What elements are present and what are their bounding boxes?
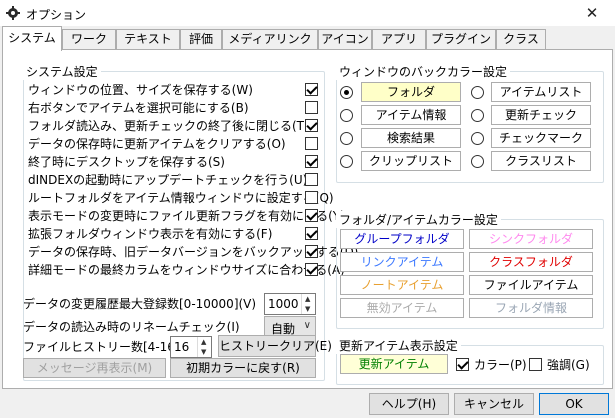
dialog-button-bar: ヘルプ(H) キャンセル OK [0, 389, 615, 418]
tab-strip: システム ワーク テキスト 評価 メディアリンク アイコン アプリ プラグイン … [0, 26, 615, 51]
color-button-note-item[interactable]: ノートアイテム [340, 275, 464, 295]
bgcolor-radio-item-info[interactable] [340, 109, 353, 122]
help-button[interactable]: ヘルプ(H) [369, 393, 449, 415]
bgcolor-radio-folder[interactable] [340, 86, 353, 99]
tab-system[interactable]: システム [2, 26, 62, 51]
message-redisplay-button[interactable]: メッセージ再表示(M) [23, 358, 166, 378]
tab-text[interactable]: テキスト [116, 29, 180, 50]
bgcolor-radio-update-check[interactable] [471, 109, 484, 122]
updated-item-display-title: 更新アイテム表示設定 [336, 337, 461, 354]
tab-app[interactable]: アプリ [372, 29, 426, 50]
title-bar: オプション ✕ [0, 0, 615, 26]
bgcolor-radio-check-mark[interactable] [471, 132, 484, 145]
setting-checkbox-backup-old-version[interactable] [305, 245, 318, 258]
setting-label-save-desktop: 終了時にデスクトップを保存する(S) [28, 155, 225, 169]
history-max-input[interactable]: 1000 ▲ ▼ [264, 293, 316, 315]
tab-media-link[interactable]: メディアリンク [222, 29, 318, 50]
setting-checkbox-extended-folder-window[interactable] [305, 227, 318, 240]
spin-down-icon[interactable]: ▼ [305, 305, 310, 313]
setting-checkbox-root-folder[interactable] [305, 191, 318, 204]
color-button-group-folder[interactable]: グループフォルダ [340, 229, 464, 249]
setting-checkbox-save-desktop[interactable] [305, 155, 318, 168]
bgcolor-radio-search-results[interactable] [340, 132, 353, 145]
bgcolor-button-item-info[interactable]: アイテム情報 [361, 105, 461, 125]
setting-checkbox-close-after-check[interactable] [305, 119, 318, 132]
tab-class[interactable]: クラス [496, 29, 546, 50]
window-back-color-title: ウィンドウのバックカラー設定 [336, 63, 511, 80]
setting-label-update-check: dINDEXの起動時にアップデートチェックを行う(U) [28, 173, 308, 187]
bgcolor-button-check-mark[interactable]: チェックマーク [491, 128, 591, 148]
setting-label-root-folder: ルートフォルダをアイテム情報ウィンドウに設定する(Q) [28, 191, 334, 205]
updated-bold-checkbox[interactable] [529, 358, 542, 371]
file-history-value: 16 [174, 340, 190, 354]
tab-rating[interactable]: 評価 [180, 29, 222, 50]
bgcolor-button-clip-list[interactable]: クリップリスト [361, 151, 461, 171]
history-clear-button[interactable]: ヒストリークリア(E) [218, 335, 332, 357]
file-history-input[interactable]: 16 ▲ ▼ [170, 336, 212, 358]
bgcolor-button-class-list[interactable]: クラスリスト [491, 151, 591, 171]
chevron-down-icon: ∨ [303, 320, 311, 331]
tab-panel-system: システム設定 ウィンドウの位置、サイズを保存する(W) 右ボタンでアイテムを選択… [2, 49, 613, 389]
system-settings-title: システム設定 [23, 63, 101, 80]
bgcolor-radio-class-list[interactable] [471, 155, 484, 168]
window-title: オプション [26, 8, 87, 22]
bgcolor-button-update-check[interactable]: 更新チェック [491, 105, 591, 125]
spin-up-icon[interactable]: ▲ [201, 338, 206, 346]
folder-item-color-title: フォルダ/アイテムカラー設定 [336, 211, 501, 228]
tab-icon[interactable]: アイコン [318, 29, 372, 50]
color-button-sync-folder[interactable]: シンクフォルダ [469, 229, 593, 249]
tab-work[interactable]: ワーク [62, 29, 116, 50]
history-max-value: 1000 [268, 297, 299, 311]
setting-checkbox-right-button-select[interactable] [305, 101, 318, 114]
color-button-invalid-item[interactable]: 無効アイテム [340, 298, 464, 318]
setting-checkbox-clear-updated-items[interactable] [305, 137, 318, 150]
spin-up-icon[interactable]: ▲ [305, 295, 310, 303]
setting-checkbox-fit-last-column[interactable] [305, 263, 318, 276]
color-button-file-item[interactable]: ファイルアイテム [469, 275, 593, 295]
setting-checkbox-update-flag[interactable] [305, 209, 318, 222]
cancel-button[interactable]: キャンセル [454, 393, 534, 415]
file-history-spinner[interactable]: ▲ ▼ [197, 337, 211, 357]
ok-button[interactable]: OK [539, 393, 609, 415]
reset-colors-button[interactable]: 初期カラーに戻す(R) [170, 358, 316, 378]
bgcolor-button-folder[interactable]: フォルダ [361, 82, 461, 102]
updated-bold-label: 強調(G) [547, 358, 590, 372]
bgcolor-button-search-results[interactable]: 検索結果 [361, 128, 461, 148]
bgcolor-button-item-list[interactable]: アイテムリスト [491, 82, 591, 102]
tab-plugin[interactable]: プラグイン [426, 29, 496, 50]
bgcolor-radio-clip-list[interactable] [340, 155, 353, 168]
setting-checkbox-update-check[interactable] [305, 173, 318, 186]
spin-down-icon[interactable]: ▼ [201, 348, 206, 356]
updated-item-sample-button[interactable]: 更新アイテム [340, 354, 448, 374]
app-gear-icon [6, 6, 20, 20]
history-max-label: データの変更履歴最大登録数[0-10000](V) [23, 297, 257, 311]
history-max-spinner[interactable]: ▲ ▼ [301, 294, 315, 314]
rename-check-label: データの読込み時のリネームチェック(I) [23, 320, 240, 334]
updated-color-checkbox[interactable] [456, 358, 469, 371]
color-button-folder-info[interactable]: フォルダ情報 [469, 298, 593, 318]
color-button-class-folder[interactable]: クラスフォルダ [469, 252, 593, 272]
setting-checkbox-save-window-pos[interactable] [305, 83, 318, 96]
setting-label-save-window-pos: ウィンドウの位置、サイズを保存する(W) [28, 83, 253, 97]
color-button-link-item[interactable]: リンクアイテム [340, 252, 464, 272]
setting-label-fit-last-column: 詳細モードの最終カラムをウィンドウサイズに合わせる(A) [28, 263, 345, 277]
setting-label-clear-updated-items: データの保存時に更新アイテムをクリアする(O) [28, 137, 286, 151]
bgcolor-radio-item-list[interactable] [471, 86, 484, 99]
updated-color-label: カラー(P) [474, 358, 527, 372]
setting-label-right-button-select: 右ボタンでアイテムを選択可能にする(B) [28, 101, 249, 115]
setting-label-extended-folder-window: 拡張フォルダウィンドウ表示を有効にする(F) [28, 227, 273, 241]
close-icon[interactable]: ✕ [577, 2, 607, 24]
setting-label-update-flag: 表示モードの変更時にファイル更新フラグを有効にする(Y) [28, 209, 345, 223]
setting-label-close-after-check: フォルダ読込み、更新チェックの終了後に閉じる(T) [28, 119, 309, 133]
